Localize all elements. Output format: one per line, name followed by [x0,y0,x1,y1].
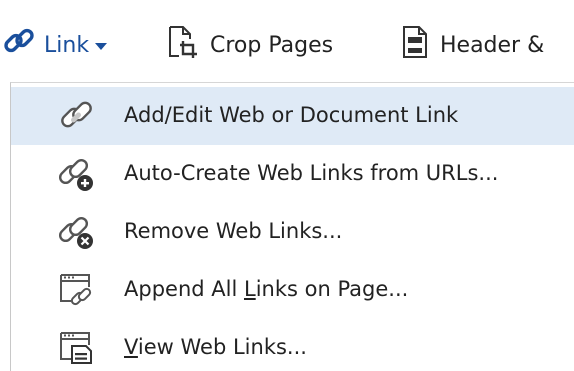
menu-item-label: Append All Links on Page... [124,277,409,301]
link-dropdown-button[interactable]: Link [2,18,108,72]
chain-link-plus-icon [57,155,97,193]
header-footer-label: Header & [440,32,545,58]
menu-item-label: View Web Links... [124,335,307,359]
mnemonic-letter: V [124,335,138,359]
window-link-icon [57,271,97,309]
link-dropdown-label: Link [44,32,90,58]
menu-item-label: Auto-Create Web Links from URLs... [124,161,499,185]
header-footer-icon [400,24,430,66]
chain-link-remove-icon [57,213,97,251]
menu-item-add-edit-link[interactable]: Add/Edit Web or Document Link [11,87,574,145]
header-footer-button[interactable]: Header & [400,18,544,72]
mnemonic-letter: L [243,277,256,301]
link-icon [2,25,36,65]
menu-item-label: Remove Web Links... [124,219,343,243]
chain-link-icon [57,97,97,135]
edit-toolbar: Link Crop Pages Header & [0,0,574,82]
menu-item-remove-links[interactable]: Remove Web Links... [11,203,574,261]
chevron-down-icon [95,42,108,50]
link-dropdown-menu: Add/Edit Web or Document Link Auto-Creat… [10,82,574,371]
acrobat-edit-toolbar-with-link-menu: Link Crop Pages Header & Add/Edit Web or… [0,0,574,371]
crop-pages-icon [166,24,200,66]
menu-item-append-all-links[interactable]: Append All Links on Page... [11,261,574,319]
menu-item-view-web-links[interactable]: View Web Links... [11,319,574,371]
crop-pages-button[interactable]: Crop Pages [166,18,333,72]
crop-pages-label: Crop Pages [210,32,334,58]
window-list-icon [57,329,97,367]
menu-item-label: Add/Edit Web or Document Link [124,103,459,127]
menu-item-auto-create-links[interactable]: Auto-Create Web Links from URLs... [11,145,574,203]
